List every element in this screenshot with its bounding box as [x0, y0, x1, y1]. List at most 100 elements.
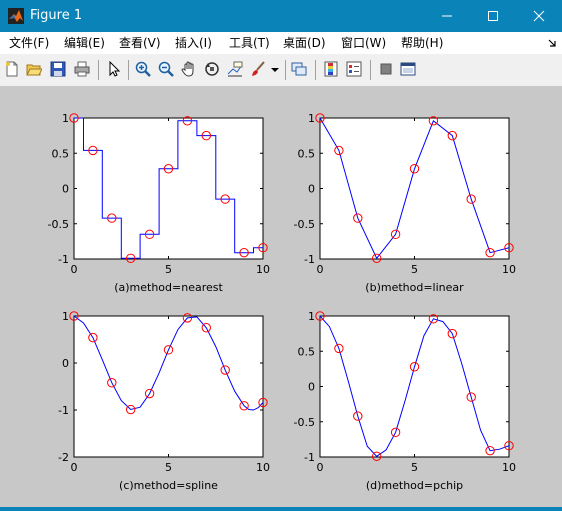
figure-area: 0 5 10 -1 -0.5 0 0.5 1 (a)method=nearest 0 5 10 -1 -0… — [0, 87, 562, 507]
y-tick-label: 0.5 — [298, 147, 316, 160]
x-axis-label: (c)method=spline — [119, 479, 218, 492]
y-tick-label: 1 — [62, 112, 69, 125]
x-tick-label: 0 — [71, 461, 78, 474]
show-plot-tools-button[interactable] — [398, 59, 418, 79]
link-plot-button[interactable] — [289, 59, 309, 79]
colorbar-button[interactable] — [321, 59, 341, 79]
link-plot-icon — [291, 62, 307, 76]
x-tick-label: 5 — [165, 263, 172, 276]
rotate-3d-button[interactable] — [202, 59, 222, 79]
x-tick-label: 0 — [317, 461, 324, 474]
toolbar-separator — [370, 60, 371, 80]
x-tick-label: 5 — [411, 263, 418, 276]
menu-desktop[interactable]: 桌面(D) — [283, 36, 326, 50]
figure-toolbar — [0, 54, 562, 87]
y-tick-label: 0 — [62, 357, 69, 370]
y-tick-label: -0.5 — [294, 218, 315, 231]
figure-canvas: 0 5 10-1-0.500.51(a)method=nearest0 5 10-1-0… — [48, 112, 516, 492]
brush-button[interactable] — [248, 59, 268, 79]
axes-box[interactable] — [319, 315, 510, 458]
y-tick-label: 0 — [62, 183, 69, 196]
y-tick-label: 0.5 — [52, 147, 70, 160]
show-plot-tools-icon — [400, 62, 416, 76]
brush-icon — [252, 61, 265, 76]
new-figure-icon — [6, 61, 18, 77]
menu-insert[interactable]: 插入(I) — [175, 36, 212, 50]
y-tick-label: 0 — [308, 183, 315, 196]
y-tick-label: 1 — [308, 112, 315, 125]
maximize-button[interactable] — [470, 0, 516, 32]
title-bar[interactable]: Figure 1 — [0, 0, 562, 32]
x-axis-label: (b)method=linear — [365, 281, 464, 294]
zoom-out-button[interactable] — [156, 59, 176, 79]
subplot-1: 0 5 10 -1 -0.5 0 0.5 1 (a)method=nearest — [48, 112, 270, 294]
y-tick-label: -0.5 — [48, 218, 69, 231]
y-tick-label: -0.5 — [294, 416, 315, 429]
y-tick-label: -1 — [304, 253, 315, 266]
minimize-button[interactable] — [424, 0, 470, 32]
colorbar-icon — [324, 61, 338, 77]
toolbar-separator — [285, 60, 286, 80]
x-tick-label: 10 — [502, 461, 516, 474]
brush-dropdown[interactable] — [268, 59, 280, 79]
close-button[interactable] — [516, 0, 562, 32]
zoom-in-icon — [135, 61, 151, 77]
menu-view[interactable]: 查看(V) — [119, 36, 161, 50]
menu-help[interactable]: 帮助(H) — [401, 36, 443, 50]
hide-plot-tools-button[interactable] — [376, 59, 396, 79]
y-tick-label: -1 — [58, 404, 69, 417]
menu-file[interactable]: 文件(F) — [9, 36, 49, 50]
toolbar-separator — [128, 60, 129, 80]
y-tick-label: -2 — [58, 451, 69, 464]
figure-window: Figure 1 文件(F) 编辑(E) 查看(V) 插入(I) 工具(T) 桌… — [0, 0, 562, 507]
x-tick-label: 10 — [256, 263, 270, 276]
brush-dropdown-icon — [271, 68, 279, 72]
zoom-in-button[interactable] — [133, 59, 153, 79]
legend-icon — [346, 61, 362, 77]
select-arrow-button[interactable] — [104, 59, 124, 79]
y-tick-label: 1 — [308, 310, 315, 323]
y-tick-label: 1 — [62, 310, 69, 323]
axes-box[interactable] — [73, 315, 264, 458]
open-file-button[interactable] — [24, 59, 44, 79]
data-cursor-button[interactable] — [225, 59, 245, 79]
y-tick-label: -1 — [58, 253, 69, 266]
save-button[interactable] — [48, 59, 68, 79]
new-figure-button[interactable] — [2, 59, 22, 79]
menu-window[interactable]: 窗口(W) — [341, 36, 386, 50]
pan-hand-icon — [181, 61, 194, 77]
toolbar-separator — [315, 60, 316, 80]
toolbar-separator — [98, 60, 99, 80]
save-icon — [50, 61, 66, 77]
select-arrow-icon — [109, 61, 121, 77]
x-tick-label: 10 — [502, 263, 516, 276]
y-tick-label: -1 — [304, 451, 315, 464]
hide-plot-tools-icon — [380, 63, 392, 75]
y-tick-label: 0.5 — [298, 345, 316, 358]
zoom-out-icon — [158, 61, 174, 77]
x-tick-label: 0 — [317, 263, 324, 276]
y-tick-label: 0 — [308, 381, 315, 394]
print-button[interactable] — [72, 59, 92, 79]
x-tick-label: 5 — [411, 461, 418, 474]
data-cursor-icon — [227, 61, 243, 77]
subplot-3: 0 5 10 -2 -1 0 1 (c)method=spline — [58, 310, 270, 492]
rotate-3d-icon — [205, 62, 219, 76]
menu-tools[interactable]: 工具(T) — [229, 36, 270, 50]
close-icon — [533, 10, 545, 22]
maximize-icon — [488, 11, 498, 21]
open-file-icon — [26, 64, 42, 76]
minimize-icon — [442, 15, 452, 17]
x-tick-label: 5 — [165, 461, 172, 474]
x-axis-label: (d)method=pchip — [366, 479, 463, 492]
legend-button[interactable] — [344, 59, 364, 79]
axes-box[interactable] — [319, 117, 510, 260]
pan-button[interactable] — [179, 59, 199, 79]
window-title: Figure 1 — [30, 8, 83, 23]
x-axis-label: (a)method=nearest — [114, 281, 223, 294]
dock-arrow-icon[interactable] — [547, 38, 557, 48]
menu-bar: 文件(F) 编辑(E) 查看(V) 插入(I) 工具(T) 桌面(D) 窗口(W… — [0, 32, 562, 54]
x-tick-label: 10 — [256, 461, 270, 474]
menu-edit[interactable]: 编辑(E) — [64, 36, 105, 50]
matlab-logo-icon — [8, 8, 24, 24]
